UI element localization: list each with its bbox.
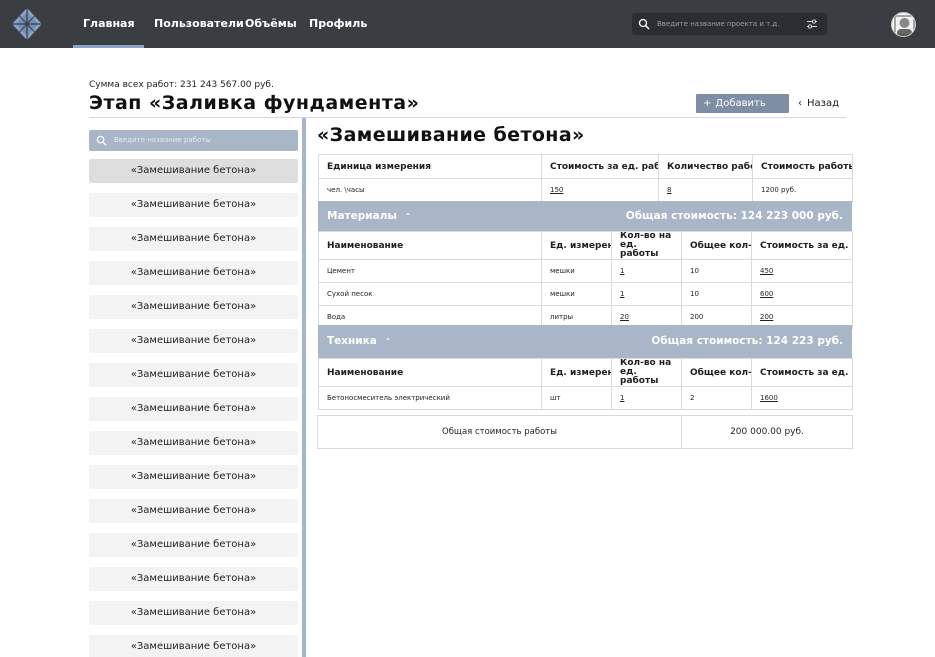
equipment-label: Техника ⌃ bbox=[327, 335, 392, 347]
work-list-item[interactable]: «Замешивание бетона» bbox=[89, 159, 298, 183]
work-list-item[interactable]: «Замешивание бетона» bbox=[89, 499, 298, 523]
work-list-item[interactable]: «Замешивание бетона» bbox=[89, 227, 298, 251]
user-avatar[interactable] bbox=[891, 12, 916, 37]
table-header: Количество работы bbox=[658, 154, 753, 179]
top-navbar: Главная Пользователи Объёмы Профиль Введ… bbox=[0, 0, 935, 48]
sidebar-scrollbar[interactable] bbox=[302, 118, 306, 657]
work-list-item[interactable]: «Замешивание бетона» bbox=[89, 295, 298, 319]
editable-cell[interactable]: 600 bbox=[751, 282, 853, 306]
editable-cell[interactable]: 1 bbox=[611, 259, 682, 283]
table-cell: 2 bbox=[681, 386, 752, 410]
table-cell: мешки bbox=[541, 259, 612, 283]
back-button[interactable]: ‹ Назад bbox=[798, 94, 839, 113]
table-header: Единица измерения bbox=[318, 154, 542, 179]
search-icon bbox=[638, 18, 650, 30]
work-total-label: Общая стоимость работы bbox=[318, 416, 682, 448]
table-cell: 1200 руб. bbox=[752, 178, 853, 202]
editable-cell[interactable]: 1600 bbox=[751, 386, 853, 410]
work-total-row: Общая стоимость работы 200 000.00 руб. bbox=[317, 415, 853, 449]
nav-home[interactable]: Главная bbox=[73, 0, 144, 48]
work-list-item[interactable]: «Замешивание бетона» bbox=[89, 363, 298, 387]
chevron-left-icon: ‹ bbox=[798, 98, 802, 109]
table-header: Стоимость за ед. работы bbox=[541, 154, 659, 179]
total-works-sum: Сумма всех работ: 231 243 567.00 руб. bbox=[89, 80, 274, 90]
page-title: Этап «Заливка фундамента» bbox=[89, 92, 420, 114]
work-search-placeholder: Введите название работы bbox=[114, 136, 211, 144]
work-search-input[interactable]: Введите название работы bbox=[89, 130, 298, 151]
table-cell: шт bbox=[541, 386, 612, 410]
work-list-item[interactable]: «Замешивание бетона» bbox=[89, 635, 298, 657]
chevron-up-icon: ⌃ bbox=[404, 212, 412, 221]
add-work-button[interactable]: + Добавить работу bbox=[696, 94, 789, 128]
work-list-item[interactable]: «Замешивание бетона» bbox=[89, 397, 298, 421]
equipment-table: Наименование Ед. измерения Кол-во на ед.… bbox=[318, 358, 853, 410]
table-cell: Бетоносмеситель электрический bbox=[318, 386, 542, 410]
project-search-input[interactable]: Введите название проекта и т.д. bbox=[632, 13, 827, 35]
table-header: Стоимость за ед. bbox=[751, 231, 853, 260]
editable-cell[interactable]: 1 bbox=[611, 386, 682, 410]
materials-section-header[interactable]: Материалы ⌃ Общая стоимость: 124 223 000… bbox=[318, 201, 852, 231]
table-cell: Сухой песок bbox=[318, 282, 542, 306]
materials-label: Материалы ⌃ bbox=[327, 210, 412, 222]
table-cell: мешки bbox=[541, 282, 612, 306]
work-list-item[interactable]: «Замешивание бетона» bbox=[89, 193, 298, 217]
editable-cell[interactable]: 8 bbox=[658, 178, 753, 202]
table-header: Общее кол-во bbox=[681, 231, 752, 260]
table-header: Стоимость работы bbox=[752, 154, 853, 179]
table-header: Кол-во на ед. работы bbox=[611, 231, 682, 260]
materials-total: Общая стоимость: 124 223 000 руб. bbox=[625, 210, 843, 222]
back-label: Назад bbox=[807, 98, 840, 109]
table-cell: чел. \часы bbox=[318, 178, 542, 202]
table-cell: 10 bbox=[681, 282, 752, 306]
work-title: «Замешивание бетона» bbox=[317, 124, 585, 146]
equipment-section-header[interactable]: Техника ⌃ Общая стоимость: 124 223 руб. bbox=[318, 325, 852, 358]
plus-icon: + bbox=[703, 98, 712, 109]
search-placeholder: Введите название проекта и т.д. bbox=[657, 20, 780, 28]
nav-volumes[interactable]: Объёмы bbox=[245, 0, 297, 48]
editable-cell[interactable]: 450 bbox=[751, 259, 853, 283]
materials-table: Наименование Ед. измерения Кол-во на ед.… bbox=[318, 231, 853, 329]
editable-cell[interactable]: 150 bbox=[541, 178, 659, 202]
header-divider bbox=[89, 117, 846, 118]
nav-users[interactable]: Пользователи bbox=[154, 0, 244, 48]
table-header: Ед. измерения bbox=[541, 231, 612, 260]
work-list-item[interactable]: «Замешивание бетона» bbox=[89, 431, 298, 455]
work-list-item[interactable]: «Замешивание бетона» bbox=[89, 601, 298, 625]
search-icon bbox=[96, 135, 107, 146]
chevron-up-icon: ⌃ bbox=[384, 337, 392, 346]
table-header: Кол-во на ед. работы bbox=[611, 358, 682, 387]
work-list-item[interactable]: «Замешивание бетона» bbox=[89, 329, 298, 353]
work-table: Единица измерения Стоимость за ед. работ… bbox=[318, 154, 853, 202]
table-header: Наименование bbox=[318, 231, 542, 260]
nav-profile[interactable]: Профиль bbox=[309, 0, 367, 48]
work-list-item[interactable]: «Замешивание бетона» bbox=[89, 465, 298, 489]
editable-cell[interactable]: 1 bbox=[611, 282, 682, 306]
sliders-icon[interactable] bbox=[806, 18, 818, 30]
work-list-item[interactable]: «Замешивание бетона» bbox=[89, 567, 298, 591]
add-work-label: Добавить работу bbox=[703, 98, 766, 128]
table-header: Общее кол-во bbox=[681, 358, 752, 387]
table-cell: 10 bbox=[681, 259, 752, 283]
diamond-logo-icon[interactable] bbox=[12, 8, 42, 40]
table-header: Ед. измерения bbox=[541, 358, 612, 387]
work-list-item[interactable]: «Замешивание бетона» bbox=[89, 261, 298, 285]
equipment-total: Общая стоимость: 124 223 руб. bbox=[651, 335, 843, 347]
table-header: Наименование bbox=[318, 358, 542, 387]
table-header: Стоимость за ед. bbox=[751, 358, 853, 387]
table-cell: Цемент bbox=[318, 259, 542, 283]
work-list-item[interactable]: «Замешивание бетона» bbox=[89, 533, 298, 557]
work-total-value: 200 000.00 руб. bbox=[730, 427, 804, 437]
